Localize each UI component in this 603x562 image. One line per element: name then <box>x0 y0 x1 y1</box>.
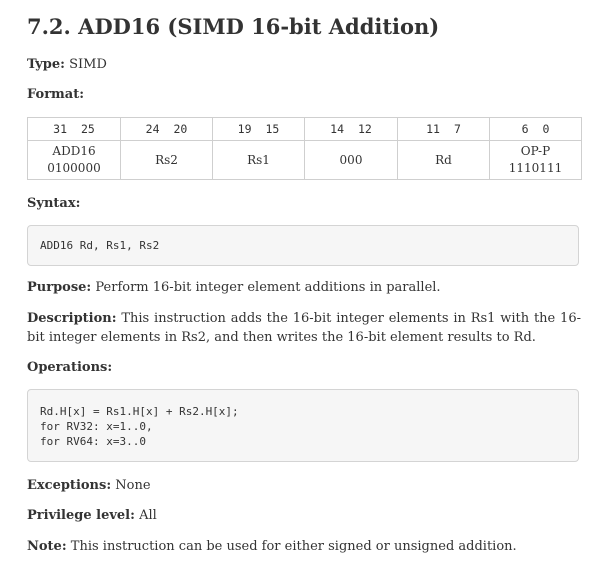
bit-low: 7 <box>453 122 461 136</box>
operations-code-line: for RV64: x=3..0 <box>40 435 146 448</box>
bit-high: 14 <box>330 122 344 136</box>
syntax-code-block: ADD16 Rd, Rs1, Rs2 <box>27 225 579 266</box>
type-value: SIMD <box>69 57 107 72</box>
privilege-line: Privilege level: All <box>27 506 581 525</box>
format-label: Format: <box>27 87 85 102</box>
field-name: 000 <box>339 152 363 167</box>
type-label: Type: <box>27 57 65 72</box>
field-cell-rd: Rd <box>397 140 490 180</box>
bit-high: 6 <box>521 122 529 136</box>
bit-range-cell: 60 <box>489 117 582 141</box>
instruction-page: 7.2. ADD16 (SIMD 16-bit Addition) Type: … <box>0 0 603 562</box>
description-paragraph: Description: This instruction adds the 1… <box>27 309 581 347</box>
syntax-code: ADD16 Rd, Rs1, Rs2 <box>40 239 160 252</box>
bit-low: 0 <box>542 122 550 136</box>
privilege-value: All <box>139 508 157 523</box>
operations-label: Operations: <box>27 360 113 375</box>
bit-high: 11 <box>426 122 440 136</box>
operations-code-block: Rd.H[x] = Rs1.H[x] + Rs2.H[x]; for RV32:… <box>27 389 579 462</box>
field-row: ADD16 0100000 Rs2 Rs1 000 Rd OP-P 1110111 <box>27 140 582 180</box>
note-label: Note: <box>27 539 67 554</box>
bit-range-cell: 14 12 <box>304 117 398 141</box>
field-name: Rs2 <box>155 152 178 167</box>
bit-range-row: 31 25 24 20 19 15 14 12 11 7 60 <box>27 117 582 141</box>
field-encoding: 1110111 <box>508 161 563 175</box>
bit-range-cell: 24 20 <box>120 117 213 141</box>
field-cell-opcode: OP-P 1110111 <box>489 140 582 180</box>
operations-heading: Operations: <box>27 358 581 377</box>
operations-code-line: for RV32: x=1..0, <box>40 420 153 433</box>
purpose-line: Purpose: Perform 16-bit integer element … <box>27 278 581 297</box>
exceptions-line: Exceptions: None <box>27 476 581 495</box>
syntax-label: Syntax: <box>27 196 81 211</box>
bit-low: 15 <box>265 122 280 136</box>
field-encoding: 0100000 <box>47 161 101 175</box>
purpose-label: Purpose: <box>27 280 92 295</box>
exceptions-value: None <box>115 478 151 493</box>
bit-high: 31 <box>53 122 67 136</box>
page-title: 7.2. ADD16 (SIMD 16-bit Addition) <box>27 14 440 39</box>
format-table: 31 25 24 20 19 15 14 12 11 7 60 ADD16 0100000 … <box>27 117 582 180</box>
bit-low: 12 <box>358 122 372 136</box>
field-name: OP-P <box>520 144 551 158</box>
bit-low: 25 <box>81 122 95 136</box>
bit-high: 19 <box>237 122 252 136</box>
field-name: ADD16 <box>52 144 96 158</box>
field-cell-funct7: ADD16 0100000 <box>27 140 121 180</box>
bit-high: 24 <box>145 122 160 136</box>
syntax-heading: Syntax: <box>27 194 581 213</box>
bit-range-cell: 19 15 <box>212 117 305 141</box>
description-label: Description: <box>27 311 117 326</box>
field-cell-funct3: 000 <box>304 140 398 180</box>
purpose-text: Perform 16-bit integer element additions… <box>95 280 441 295</box>
field-cell-rs1: Rs1 <box>212 140 305 180</box>
format-heading: Format: <box>27 85 581 104</box>
bit-range-cell: 11 7 <box>397 117 490 141</box>
privilege-label: Privilege level: <box>27 508 135 523</box>
field-name: Rd <box>435 152 452 167</box>
bit-low: 20 <box>173 122 188 136</box>
note-line: Note: This instruction can be used for e… <box>27 537 581 556</box>
type-line: Type: SIMD <box>27 55 581 74</box>
field-cell-rs2: Rs2 <box>120 140 213 180</box>
field-name: Rs1 <box>247 152 270 167</box>
bit-range-cell: 31 25 <box>27 117 121 141</box>
operations-code-line: Rd.H[x] = Rs1.H[x] + Rs2.H[x]; <box>40 405 239 418</box>
note-text: This instruction can be used for either … <box>70 539 517 554</box>
exceptions-label: Exceptions: <box>27 478 112 493</box>
